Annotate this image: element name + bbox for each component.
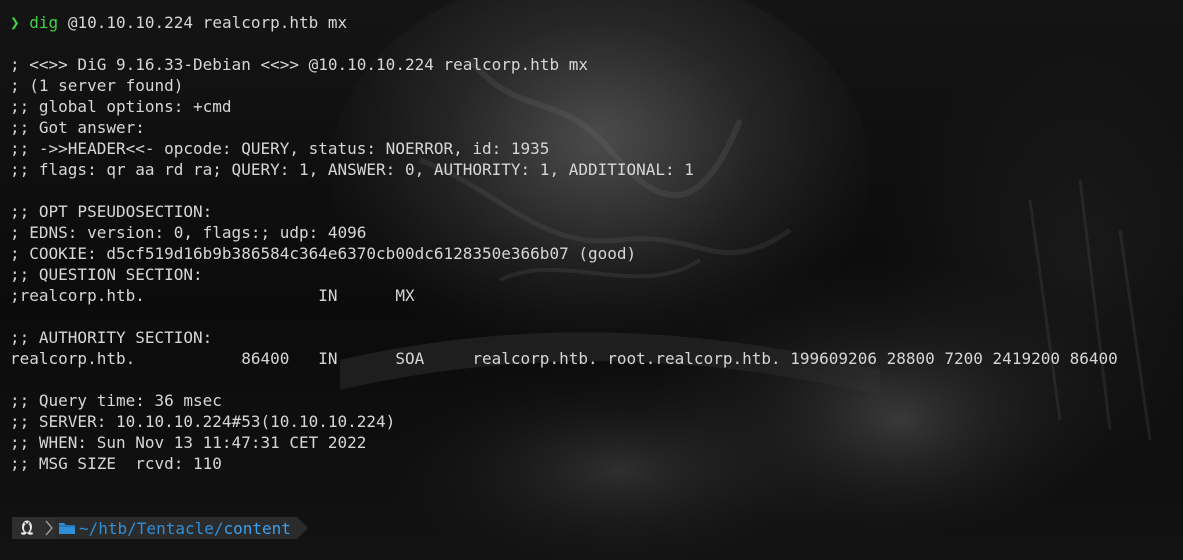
folder-icon: [58, 521, 76, 535]
output-line: ; EDNS: version: 0, flags:; udp: 4096: [10, 223, 367, 242]
output-line: ; <<>> DiG 9.16.33-Debian <<>> @10.10.10…: [10, 55, 588, 74]
prompt-arrow-icon: ❯: [10, 13, 20, 32]
output-line: ;; Query time: 36 msec: [10, 391, 222, 410]
output-line: ;; global options: +cmd: [10, 97, 232, 116]
output-line: ;; AUTHORITY SECTION:: [10, 328, 213, 347]
directory-current: content: [223, 518, 291, 538]
output-line: ;; Got answer:: [10, 118, 145, 137]
output-line: ;; MSG SIZE rcvd: 110: [10, 454, 222, 473]
shell-prompt[interactable]: ~/htb/Tentacle/content: [12, 517, 308, 539]
chevron-right-icon: [42, 517, 56, 539]
command-line: ❯ dig @10.10.10.224 realcorp.htb mx: [10, 12, 1175, 33]
directory-path-prefix: ~/htb/Tentacle/: [79, 518, 224, 538]
output-line: ;; QUESTION SECTION:: [10, 265, 203, 284]
output-line: ;; flags: qr aa rd ra; QUERY: 1, ANSWER:…: [10, 160, 694, 179]
terminal-output: ❯ dig @10.10.10.224 realcorp.htb mx ; <<…: [10, 12, 1175, 474]
output-line: ;; OPT PSEUDOSECTION:: [10, 202, 213, 221]
command-name: dig: [29, 13, 59, 32]
command-args: @10.10.10.224 realcorp.htb mx: [58, 13, 348, 32]
output-line: ;; WHEN: Sun Nov 13 11:47:31 CET 2022: [10, 433, 367, 452]
output-line: realcorp.htb. 86400 IN SOA realcorp.htb.…: [10, 349, 1118, 368]
linux-penguin-icon: [19, 518, 35, 539]
output-line: ;realcorp.htb. IN MX: [10, 286, 415, 305]
output-line: ; COOKIE: d5cf519d16b9b386584c364e6370cb…: [10, 244, 637, 263]
output-line: ;; SERVER: 10.10.10.224#53(10.10.10.224): [10, 412, 396, 431]
current-directory: ~/htb/Tentacle/content: [56, 517, 297, 539]
os-segment: [12, 517, 42, 539]
prompt-segment-tip: [296, 517, 308, 539]
output-line: ; (1 server found): [10, 76, 184, 95]
terminal-window[interactable]: ❯ dig @10.10.10.224 realcorp.htb mx ; <<…: [0, 0, 1183, 560]
output-line: ;; ->>HEADER<<- opcode: QUERY, status: N…: [10, 139, 550, 158]
